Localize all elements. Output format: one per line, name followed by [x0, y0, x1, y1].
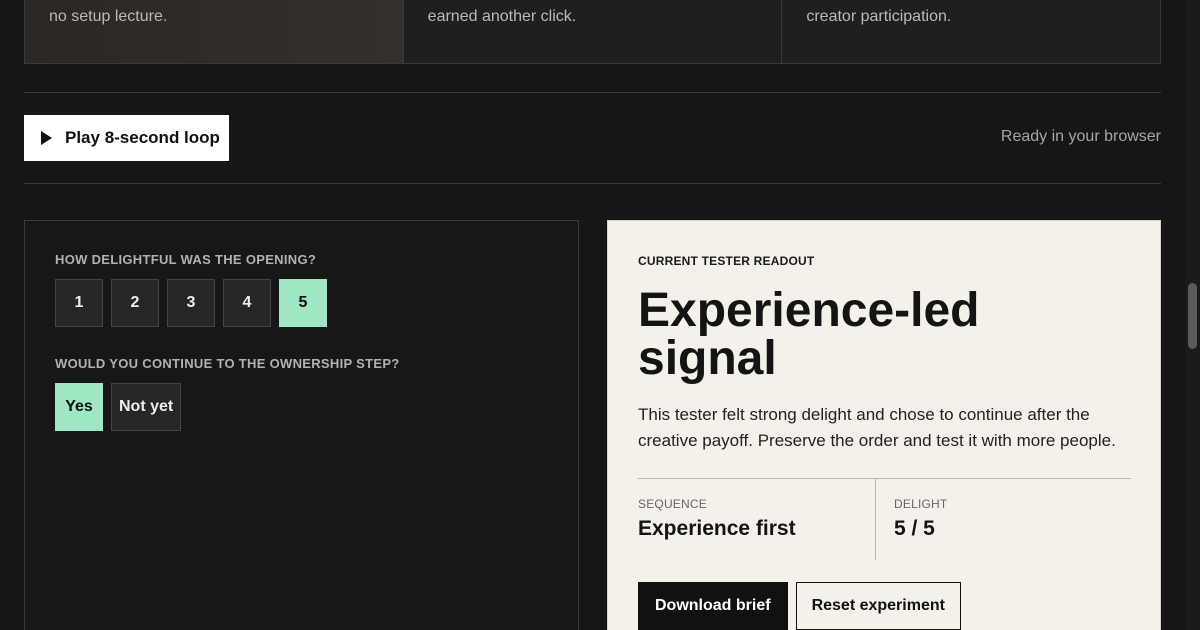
divider: [24, 92, 1161, 93]
feature-cards: no setup lecture. earned another click. …: [24, 0, 1161, 64]
feature-card: creator participation.: [782, 0, 1161, 63]
rating-4-button[interactable]: 4: [223, 279, 271, 327]
delight-value: 5 / 5: [894, 517, 935, 540]
readout-label: CURRENT TESTER READOUT: [638, 254, 815, 268]
yes-button[interactable]: Yes: [55, 383, 103, 431]
rating-2-button[interactable]: 2: [111, 279, 159, 327]
play-loop-button[interactable]: Play 8-second loop: [24, 115, 229, 161]
readout-description: This tester felt strong delight and chos…: [638, 405, 1116, 450]
rating-5-button[interactable]: 5: [279, 279, 327, 327]
divider: [24, 183, 1161, 184]
not-yet-button[interactable]: Not yet: [111, 383, 182, 431]
readout-panel: CURRENT TESTER READOUT Experience-led si…: [607, 220, 1161, 630]
scrollbar-thumb[interactable]: [1188, 283, 1197, 349]
feature-card-text: no setup lecture.: [49, 8, 168, 25]
scrollbar[interactable]: [1185, 0, 1200, 630]
delight-stat: DELIGHT 5 / 5: [876, 479, 1131, 560]
feature-card: earned another click.: [403, 0, 783, 63]
sequence-label: SEQUENCE: [638, 497, 707, 511]
survey-panel: HOW DELIGHTFUL WAS THE OPENING? 1 2 3 4 …: [24, 220, 579, 630]
download-brief-button[interactable]: Download brief: [638, 582, 788, 630]
delight-rating-group: 1 2 3 4 5: [55, 279, 327, 327]
delight-question: HOW DELIGHTFUL WAS THE OPENING?: [55, 252, 317, 267]
sequence-stat: SEQUENCE Experience first: [638, 479, 876, 560]
feature-card-text: earned another click.: [427, 8, 577, 25]
rating-1-button[interactable]: 1: [55, 279, 103, 327]
readout-stats: SEQUENCE Experience first DELIGHT 5 / 5: [638, 478, 1131, 560]
readout-actions: Download brief Reset experiment: [638, 582, 961, 630]
delight-label: DELIGHT: [894, 497, 948, 511]
feature-card-text: creator participation.: [806, 8, 952, 25]
sequence-value: Experience first: [638, 517, 796, 540]
play-icon: [41, 131, 52, 145]
continue-question: WOULD YOU CONTINUE TO THE OWNERSHIP STEP…: [55, 356, 400, 371]
continue-choice-group: Yes Not yet: [55, 383, 182, 431]
feature-card: no setup lecture.: [25, 0, 404, 63]
play-loop-label: Play 8-second loop: [65, 128, 220, 147]
reset-experiment-button[interactable]: Reset experiment: [795, 582, 961, 630]
rating-3-button[interactable]: 3: [167, 279, 215, 327]
status-text: Ready in your browser: [1000, 128, 1161, 145]
readout-title: Experience-led signal: [638, 284, 980, 385]
